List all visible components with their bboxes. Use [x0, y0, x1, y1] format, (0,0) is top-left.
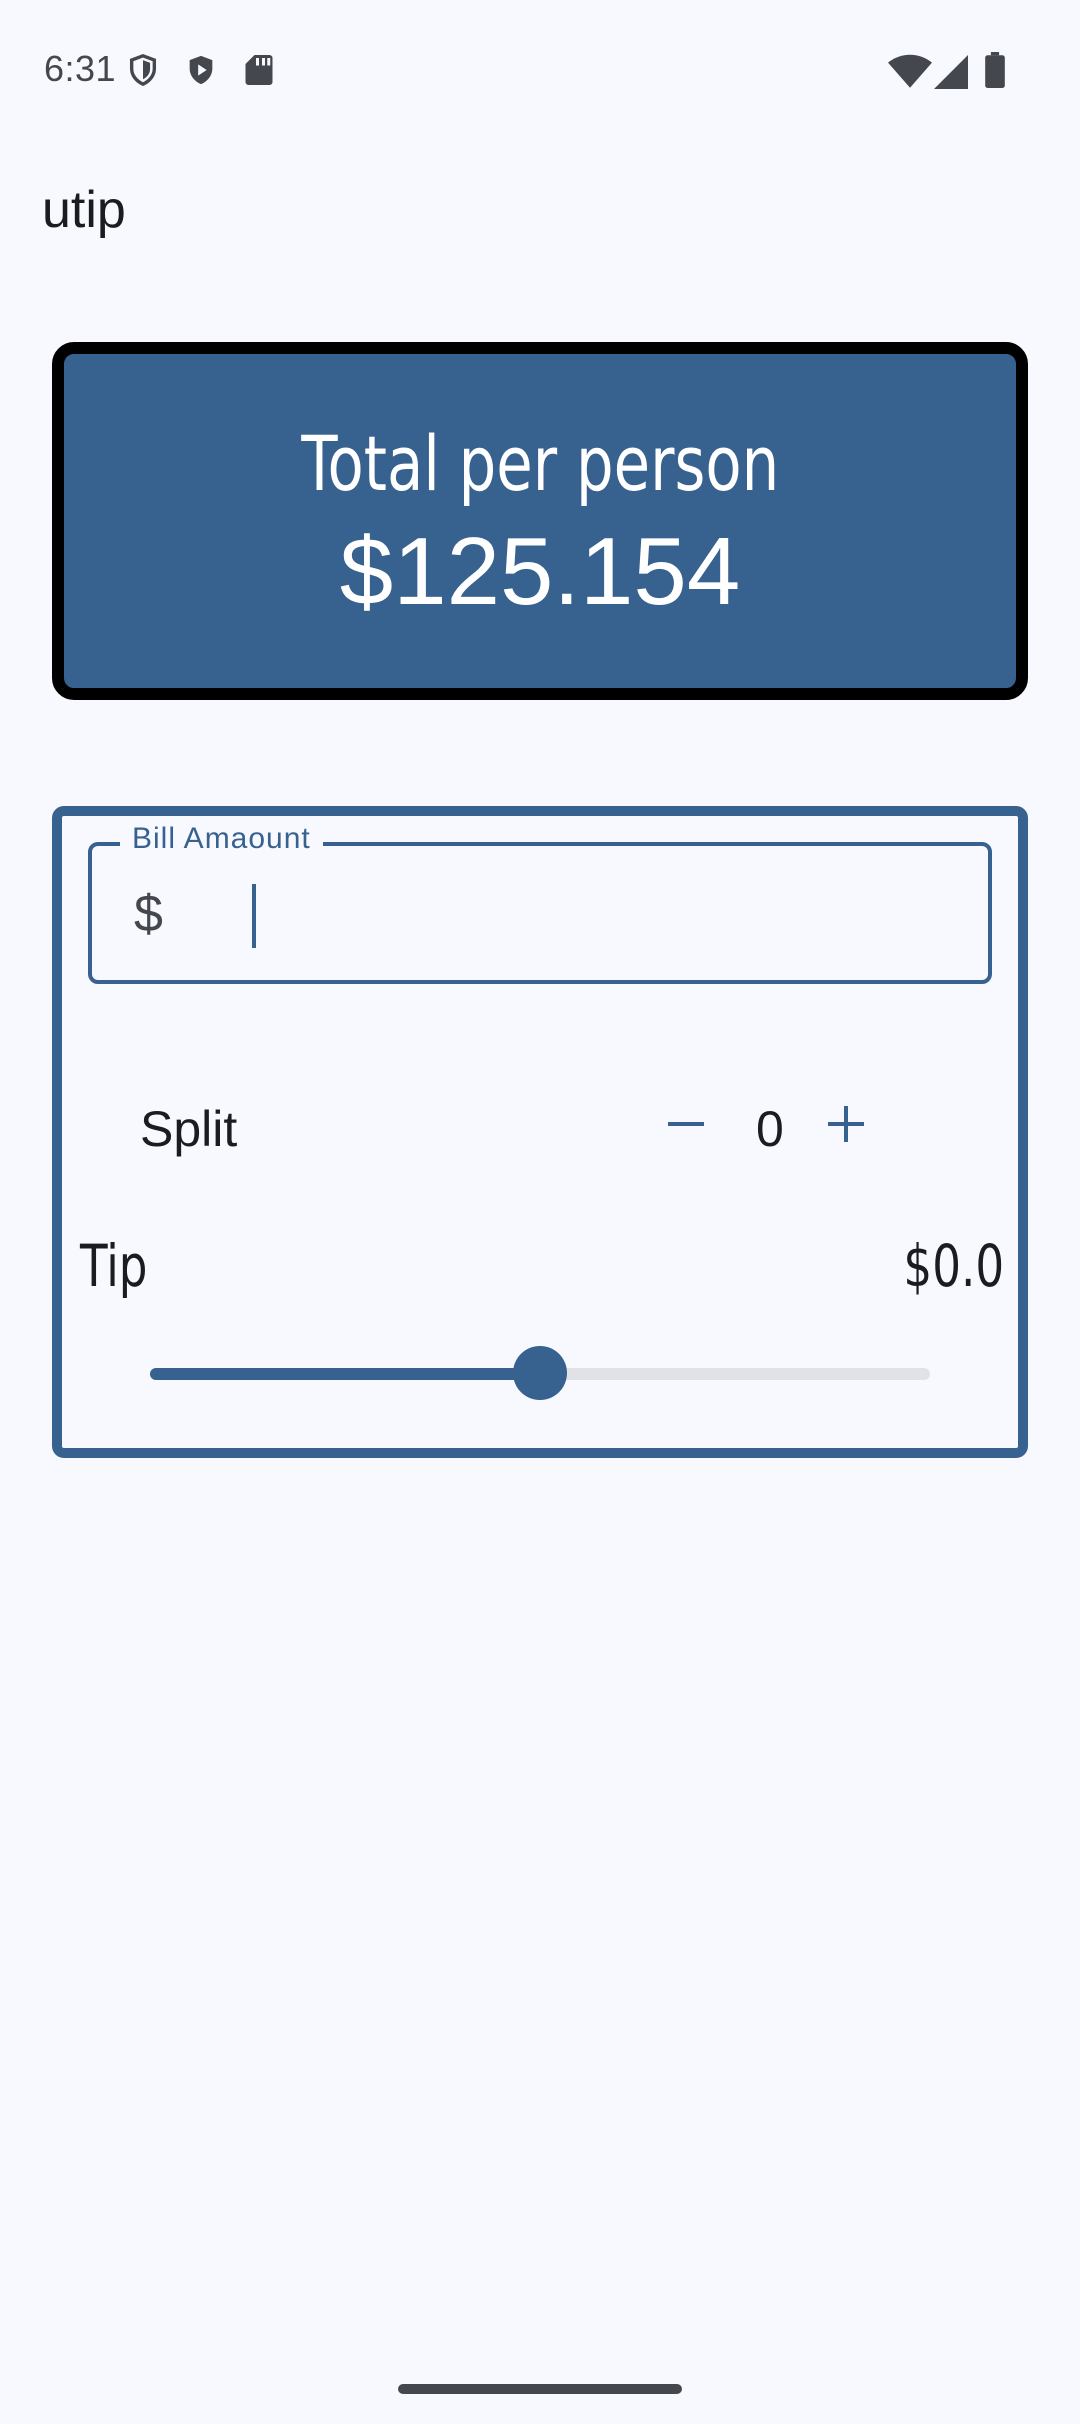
split-label: Split — [140, 1101, 238, 1157]
slider-thumb[interactable] — [513, 1346, 567, 1400]
split-count: 0 — [756, 1101, 784, 1157]
dollar-prefix-icon: $ — [134, 885, 163, 943]
tip-value: $0.0 — [903, 1232, 1004, 1300]
shield-icon — [129, 54, 157, 87]
screen: 6:31 utip Total per person $125.154 Bill… — [0, 0, 1080, 2424]
app-title: utip — [42, 181, 126, 239]
total-value: $125.154 — [339, 518, 741, 625]
status-bar: 6:31 — [0, 0, 1080, 140]
tip-label: Tip — [80, 1232, 148, 1300]
total-per-person-card: Total per person $125.154 — [52, 342, 1028, 700]
total-label: Total per person — [301, 419, 779, 508]
wifi-icon — [888, 54, 932, 88]
tip-slider[interactable] — [150, 1344, 930, 1404]
split-increment-button[interactable] — [802, 1080, 890, 1168]
split-decrement-button[interactable] — [642, 1080, 730, 1168]
bill-amount-field[interactable]: Bill Amaount $ — [88, 822, 992, 984]
slider-active-track — [150, 1368, 540, 1380]
bill-form-card: Bill Amaount $ Split 0 Tip $0.0 — [52, 806, 1028, 1458]
signal-icon — [934, 55, 968, 89]
status-time: 6:31 — [44, 48, 117, 89]
text-cursor — [252, 884, 256, 948]
plus-icon — [828, 1106, 864, 1142]
battery-icon — [985, 52, 1005, 88]
minus-icon — [668, 1122, 704, 1126]
bill-amount-input[interactable] — [226, 882, 966, 946]
bill-amount-label: Bill Amaount — [120, 822, 323, 856]
play-protect-icon — [189, 55, 213, 85]
home-indicator[interactable] — [398, 2384, 682, 2394]
sd-card-icon — [245, 55, 273, 85]
